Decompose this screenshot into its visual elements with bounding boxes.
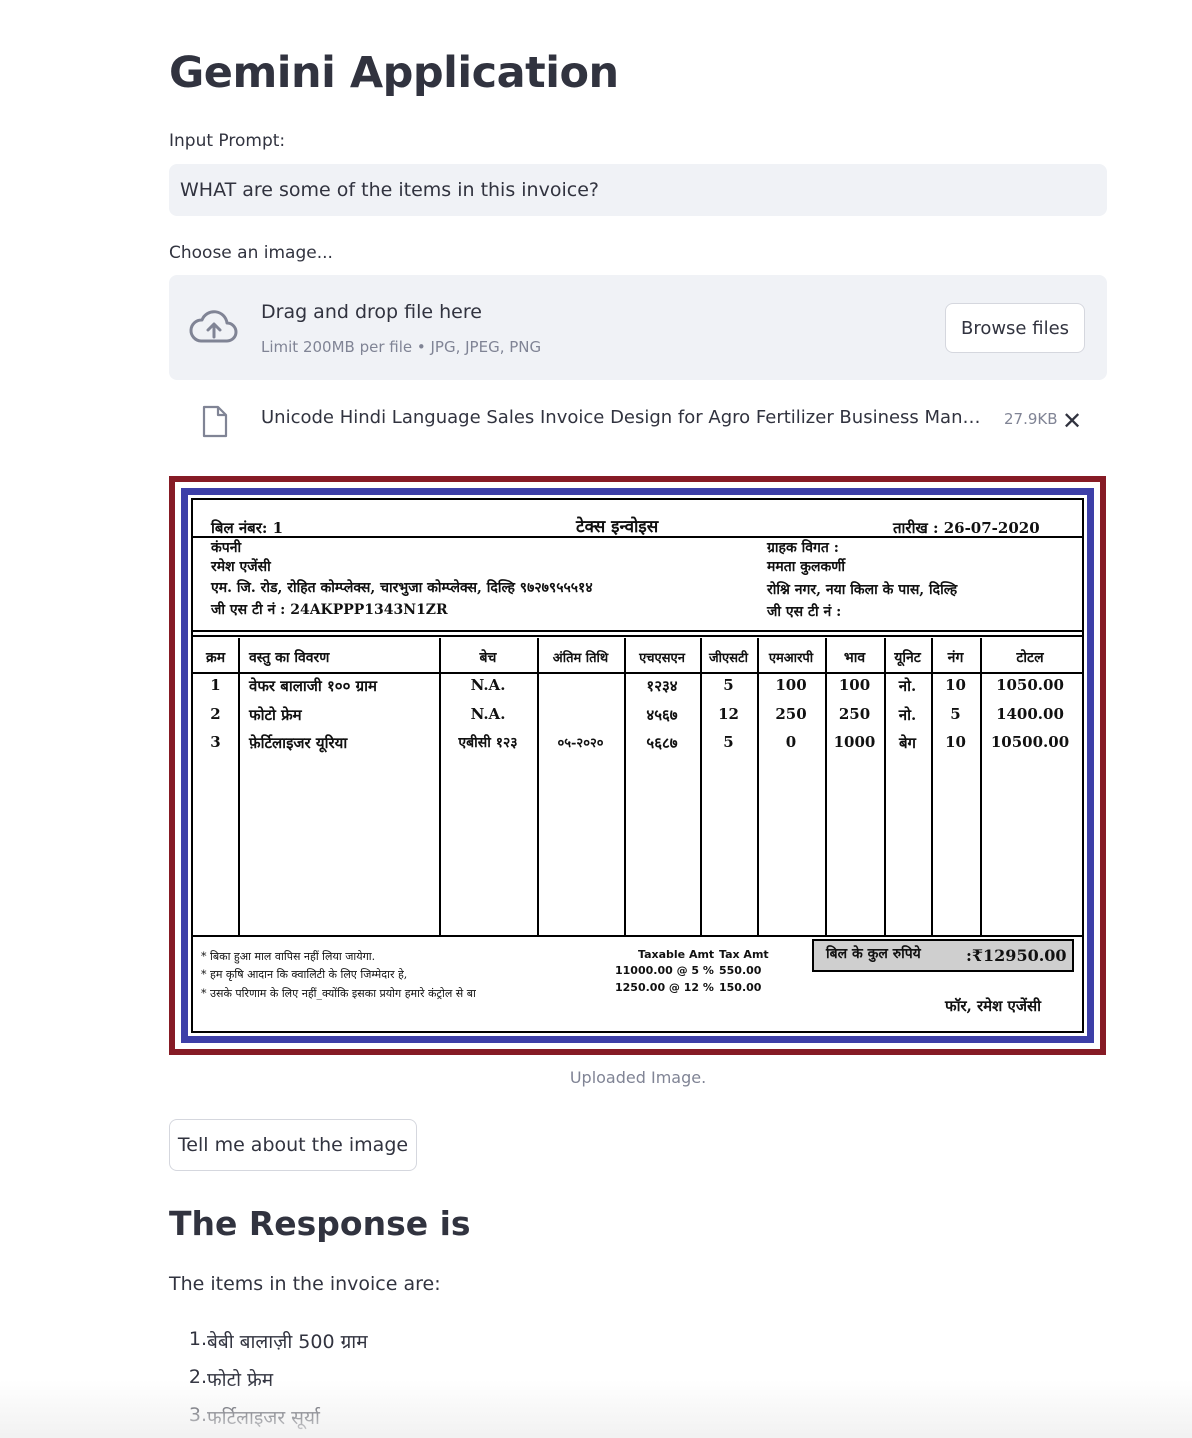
invoice-total-label: बिल के कुल रुपिये [826,946,921,962]
invoice-tax-header: Tax Amt [719,948,769,961]
invoice-tax-amount: 550.00 [719,964,762,977]
uploaded-file-name: Unicode Hindi Language Sales Invoice Des… [261,407,991,428]
prompt-input[interactable] [169,164,1107,216]
invoice-customer-address: रोश्नि नगर, नया किला के पास, दिल्हि [767,582,958,598]
uploaded-invoice-image: बिल नंबर: 1 टेक्स इन्वोइस तारीख : 26-07-… [169,476,1106,1055]
invoice-col-header: भाव [843,650,866,666]
uploaded-file-size: 27.9KB [1004,410,1058,428]
invoice-cell: 10 [945,676,966,694]
invoice-cell: 3 [210,733,221,751]
invoice-cell: एबीसी १२३ [458,735,518,751]
invoice-cell: १२३४ [646,677,678,695]
image-caption: Uploaded Image. [569,1068,707,1087]
invoice-cell: 12 [718,705,739,723]
prompt-label: Input Prompt: [169,131,286,151]
invoice-cell: N.A. [470,705,506,723]
invoice-company-name: रमेश एजेंसी [211,559,271,575]
invoice-cell: 100 [838,676,871,694]
invoice-cell: नो. [898,706,917,724]
invoice-cell: 1000 [833,733,876,751]
page-title: Gemini Application [169,48,619,98]
invoice-signature: फॉर, रमेश एजेंसी [945,997,1042,1015]
invoice-col-header: नंग [947,650,964,666]
browse-files-button[interactable]: Browse files [945,303,1085,353]
invoice-cell: फोटो फ्रेम [249,706,302,724]
dropzone-title: Drag and drop file here [261,301,482,323]
invoice-note: * उसके परिणाम के लिए नहीं_क्योंकि इसका प… [201,987,476,1000]
invoice-cell: ०५-२०२० [557,736,604,751]
response-title: The Response is [169,1204,471,1243]
invoice-date: तारीख : 26-07-2020 [893,519,1040,537]
list-item-text: फोटो फ्रेम [207,1369,274,1391]
invoice-col-header: क्रम [205,650,226,666]
invoice-cell: फ़ेर्टिलाइजर यूरिया [249,734,348,752]
invoice-cell: ४५६७ [646,706,678,724]
invoice-cell: 2 [210,705,221,723]
invoice-cell: 250 [838,705,871,723]
invoice-cell: ५६८७ [646,734,678,752]
invoice-total-value: :₹12950.00 [966,946,1067,965]
invoice-tax-amount: 150.00 [719,981,762,994]
invoice-cell: 250 [775,705,807,723]
invoice-cell: 5 [950,705,961,723]
invoice-tax-taxable: 1250.00 @ 12 % [615,981,714,994]
invoice-customer-name: ममता कुलकर्णी [767,559,845,575]
invoice-col-header: अंतिम तिथि [552,651,609,666]
invoice-cell: 1400.00 [996,705,1064,723]
invoice-cell: 1050.00 [996,676,1064,694]
list-item-text: फर्टिलाइजर सूर्या [207,1407,320,1429]
invoice-cell: N.A. [470,676,506,694]
invoice-bill-no: बिल नंबर: 1 [211,519,284,537]
invoice-document: बिल नंबर: 1 टेक्स इन्वोइस तारीख : 26-07-… [191,498,1084,1033]
invoice-col-header: बेच [479,650,497,666]
invoice-customer-label: ग्राहक विगत : [767,540,839,556]
invoice-taxable-header: Taxable Amt [638,948,715,961]
invoice-customer-gst: जी एस टी नं : [767,604,842,620]
response-intro: The items in the invoice are: [169,1273,441,1295]
invoice-cell: 5 [723,676,734,694]
invoice-col-header: टोटल [1016,650,1044,666]
list-item: 1. बेबी बालाज़ी 500 ग्राम [188,1328,368,1353]
cloud-upload-icon [189,310,238,343]
invoice-cell: 100 [775,676,807,694]
invoice-cell: 10500.00 [990,733,1070,751]
invoice-cell: वेफर बालाजी १०० ग्राम [249,677,377,695]
invoice-col-header: वस्तु का विवरण [249,650,330,666]
list-item: 3. फर्टिलाइजर सूर्या [188,1404,320,1429]
close-icon[interactable]: ✕ [1062,408,1082,434]
file-dropzone[interactable]: Drag and drop file here Limit 200MB per … [169,275,1107,380]
invoice-heading: टेक्स इन्वोइस [576,517,659,537]
dropzone-limit: Limit 200MB per file • JPG, JPEG, PNG [261,338,542,356]
invoice-note: * बिका हुआ माल वापिस नहीं लिया जायेगा. [201,950,376,963]
invoice-company-label: कंपनी [211,540,242,556]
invoice-col-header: एचएसएन [639,651,685,666]
invoice-note: * हम कृषि आदान कि क्वालिटी के लिए जिम्मे… [201,968,408,981]
invoice-cell: 5 [723,733,734,751]
invoice-cell: बेग [898,734,916,752]
tell-me-about-image-button[interactable]: Tell me about the image [169,1119,417,1171]
uploader-label: Choose an image... [169,243,333,263]
invoice-col-header: एमआरपी [768,651,814,666]
invoice-cell: 1 [210,676,221,694]
list-item-text: बेबी बालाज़ी 500 ग्राम [207,1331,368,1353]
invoice-col-header: जीएसटी [709,651,748,666]
invoice-company-gst: जी एस टी नं : 24AKPPP1343N1ZR [211,602,448,618]
invoice-col-header: यूनिट [894,650,921,666]
invoice-cell: नो. [898,677,917,695]
invoice-cell: 10 [945,733,966,751]
invoice-total-box: बिल के कुल रुपिये :₹12950.00 [812,939,1074,972]
invoice-company-address: एम. जि. रोड, रोहित कोम्प्लेक्स, चारभुजा … [211,580,593,596]
list-item: 2. फोटो फ्रेम [188,1366,274,1391]
file-icon [202,405,228,438]
invoice-tax-taxable: 11000.00 @ 5 % [615,964,714,977]
invoice-cell: 0 [785,733,797,751]
